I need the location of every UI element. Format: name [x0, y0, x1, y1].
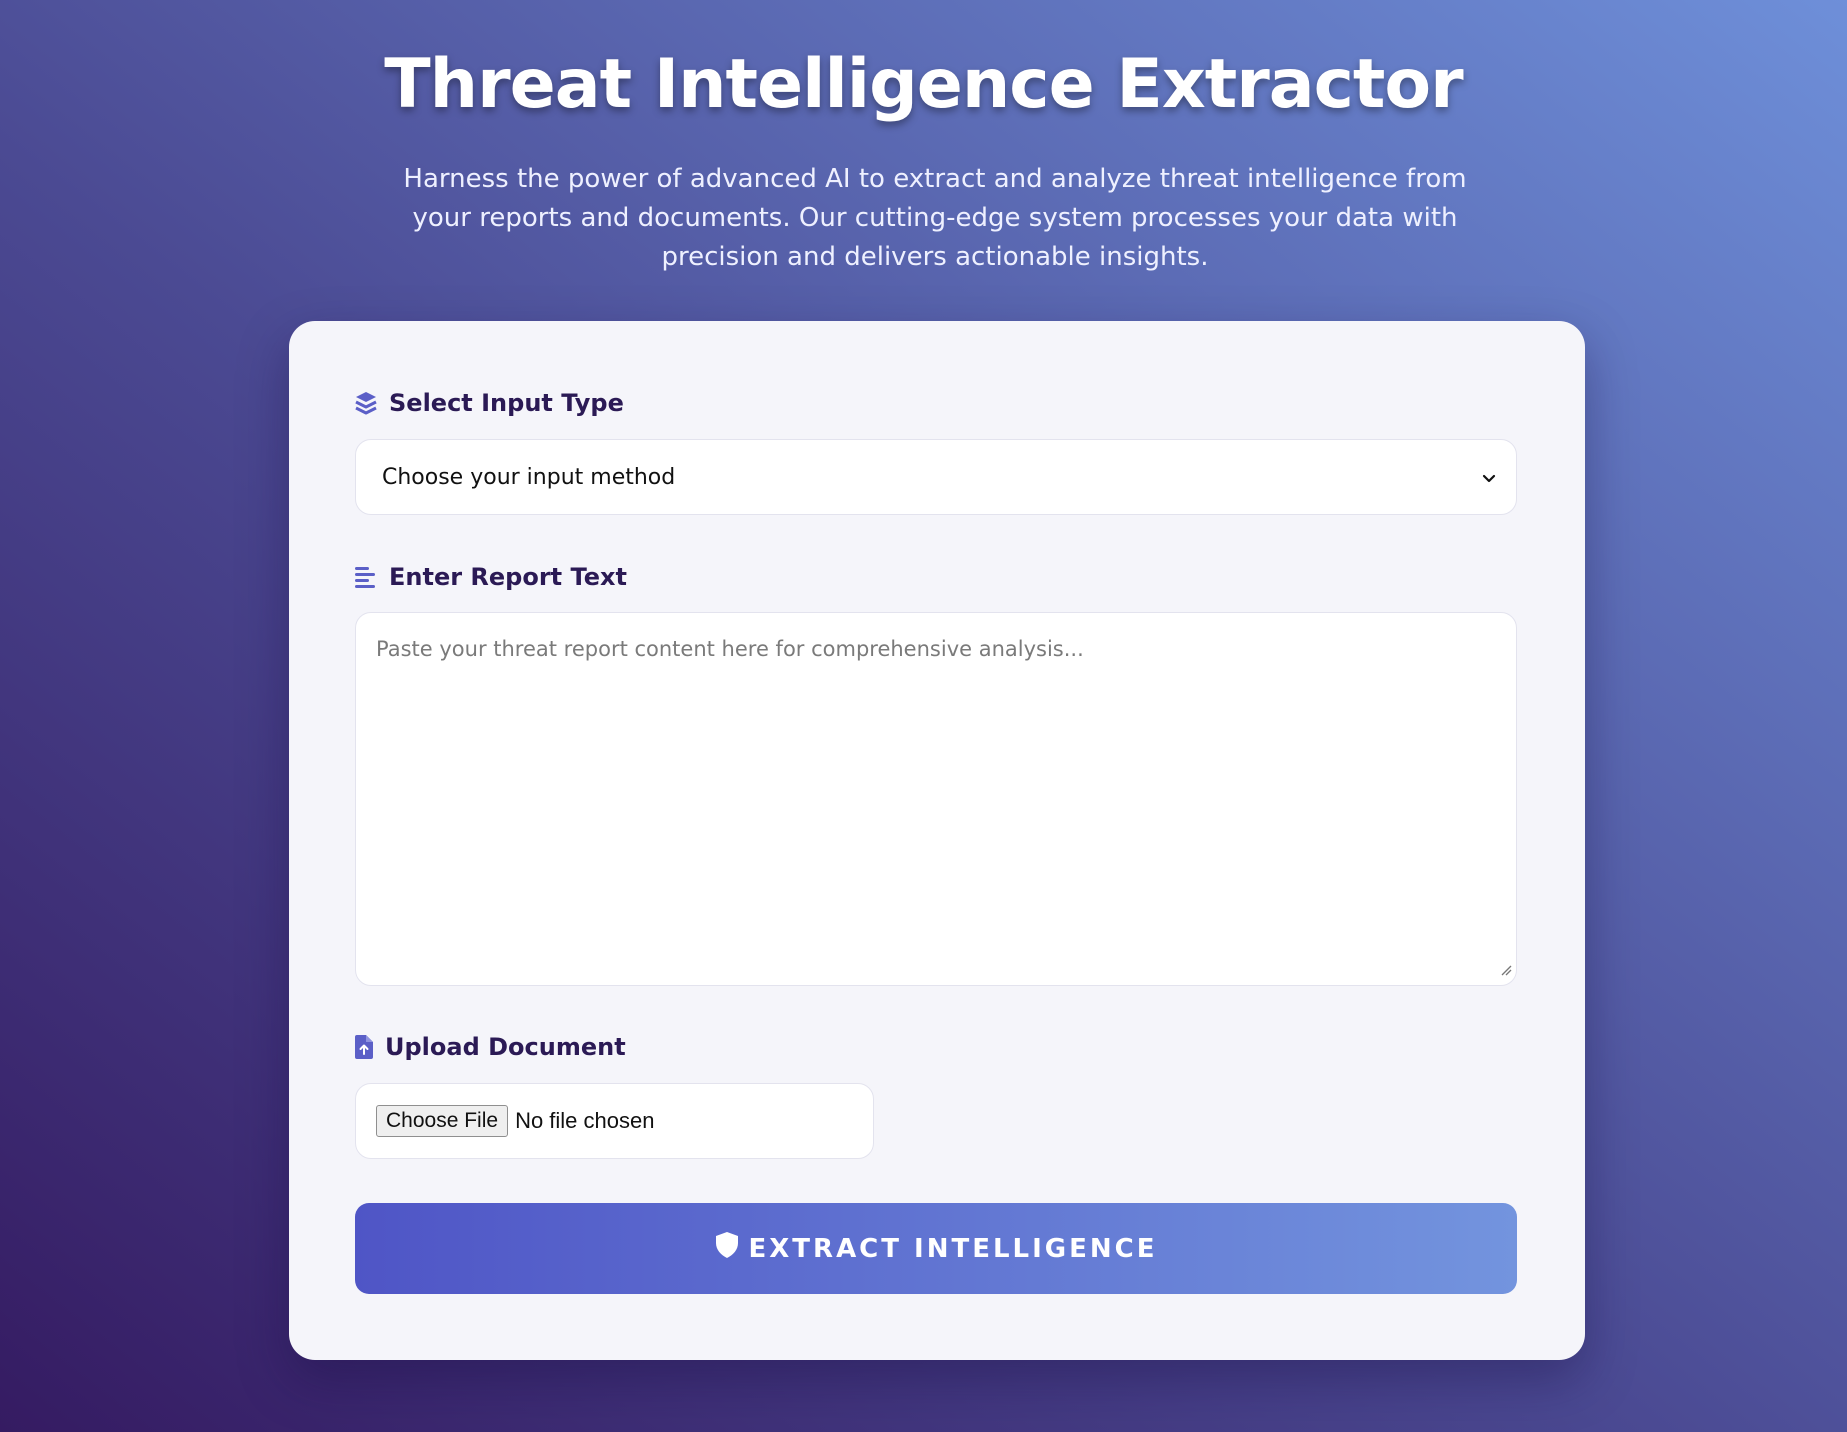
extract-button-label: EXTRACT INTELLIGENCE — [748, 1233, 1158, 1264]
file-status: No file chosen — [515, 1108, 655, 1133]
chevron-down-icon — [1482, 465, 1496, 490]
input-type-select[interactable]: Choose your input method — [355, 439, 1517, 515]
report-text-area[interactable]: Paste your threat report content here fo… — [355, 612, 1517, 986]
upload-label-row: Upload Document — [355, 1033, 626, 1061]
choose-file-button[interactable]: Choose File — [376, 1105, 509, 1137]
align-left-icon — [355, 566, 377, 588]
input-type-label: Select Input Type — [389, 389, 624, 417]
report-text-label: Enter Report Text — [389, 563, 627, 591]
file-upload-icon — [355, 1035, 373, 1059]
input-type-label-row: Select Input Type — [355, 389, 624, 417]
file-upload-input[interactable]: Choose File No file chosen — [355, 1083, 874, 1159]
extractor-form-card: Select Input Type Choose your input meth… — [289, 321, 1585, 1360]
input-type-selected-value: Choose your input method — [382, 464, 676, 490]
report-text-placeholder: Paste your threat report content here fo… — [376, 637, 1084, 661]
shield-icon — [715, 1232, 739, 1265]
page-title: Threat Intelligence Extractor — [384, 45, 1463, 124]
resize-handle-icon[interactable] — [1500, 957, 1512, 981]
report-text-label-row: Enter Report Text — [355, 563, 627, 591]
extract-intelligence-button[interactable]: EXTRACT INTELLIGENCE — [355, 1203, 1517, 1294]
page-subtitle: Harness the power of advanced AI to extr… — [403, 164, 1467, 272]
layers-icon — [355, 391, 377, 415]
upload-label: Upload Document — [385, 1033, 626, 1061]
